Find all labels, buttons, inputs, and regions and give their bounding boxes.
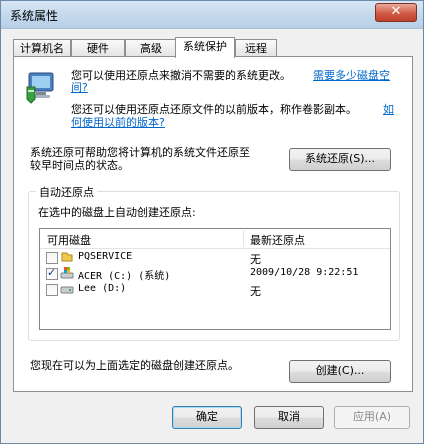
apply-button[interactable]: 应用(A) — [334, 406, 410, 429]
drive-latest: 无 — [250, 285, 261, 298]
cancel-button[interactable]: 取消 — [254, 406, 324, 429]
column-latest-restore[interactable]: 最新还原点 — [250, 232, 305, 248]
close-icon: ✕ — [390, 4, 402, 19]
intro-text: 您可以使用还原点来撤消不需要的系统更改。 — [71, 69, 291, 82]
previous-versions-link-cont[interactable]: 何使用以前的版本? — [71, 116, 165, 130]
auto-restore-subtitle: 在选中的磁盘上自动创建还原点: — [38, 206, 196, 219]
system-restore-shield-icon — [26, 72, 54, 104]
previous-versions-link[interactable]: 如 — [383, 103, 394, 117]
drive-name: ACER (C:) (系统) — [78, 271, 171, 282]
column-separator — [243, 230, 244, 247]
tab-hardware[interactable]: 硬件 — [71, 39, 125, 57]
drive-checkbox-pqservice[interactable] — [46, 252, 58, 264]
drive-list[interactable]: 可用磁盘 最新还原点 PQSERVICE 无 ACER (C:) (系统) 20… — [39, 228, 391, 330]
tab-system-protection[interactable]: 系统保护 — [175, 37, 235, 58]
drive-checkbox-lee[interactable] — [46, 284, 58, 296]
system-drive-icon — [60, 267, 74, 279]
drive-row-pqservice[interactable]: PQSERVICE 无 — [40, 250, 390, 266]
drive-name: Lee (D:) — [78, 283, 127, 294]
column-available-disks[interactable]: 可用磁盘 — [47, 232, 91, 248]
system-properties-window: 系统属性 ✕ 计算机名 硬件 高级 系统保护 远程 您可以使用还原点来撤消不需要… — [0, 0, 424, 444]
tab-computer-name[interactable]: 计算机名 — [13, 39, 71, 57]
drive-latest: 2009/10/28 9:22:51 — [250, 267, 359, 278]
auto-restore-label: 自动还原点 — [36, 184, 97, 200]
drive-checkbox-acer[interactable] — [46, 266, 58, 280]
create-description: 您现在可以为上面选定的磁盘创建还原点。 — [30, 359, 239, 372]
previous-versions-text: 您还可以使用还原点还原文件的以前版本，称作卷影副本。 — [71, 103, 357, 116]
disk-space-link[interactable]: 需要多少磁盘空 — [313, 69, 390, 83]
close-button[interactable]: ✕ — [375, 3, 417, 22]
folder-drive-icon — [61, 252, 73, 262]
tab-remote[interactable]: 远程 — [235, 39, 277, 57]
drive-icon — [60, 286, 74, 294]
window-title: 系统属性 — [10, 9, 59, 23]
drive-list-header: 可用磁盘 最新还原点 — [40, 229, 390, 249]
restore-description: 系统还原可帮助您将计算机的系统文件还原至 — [30, 146, 250, 159]
drive-name: PQSERVICE — [78, 251, 133, 262]
system-restore-button[interactable]: 系统还原(S)... — [289, 148, 391, 171]
create-button[interactable]: 创建(C)... — [289, 360, 391, 383]
drive-row-lee[interactable]: Lee (D:) 无 — [40, 282, 390, 298]
title-bar[interactable]: 系统属性 ✕ — [1, 1, 423, 29]
drive-latest: 无 — [250, 253, 261, 266]
ok-button[interactable]: 确定 — [172, 406, 242, 429]
tab-advanced[interactable]: 高级 — [125, 39, 177, 57]
drive-row-acer[interactable]: ACER (C:) (系统) 2009/10/28 9:22:51 — [40, 266, 390, 282]
restore-description-cont: 较早时间点的状态。 — [30, 159, 129, 172]
disk-space-link-cont[interactable]: 间? — [71, 81, 88, 95]
